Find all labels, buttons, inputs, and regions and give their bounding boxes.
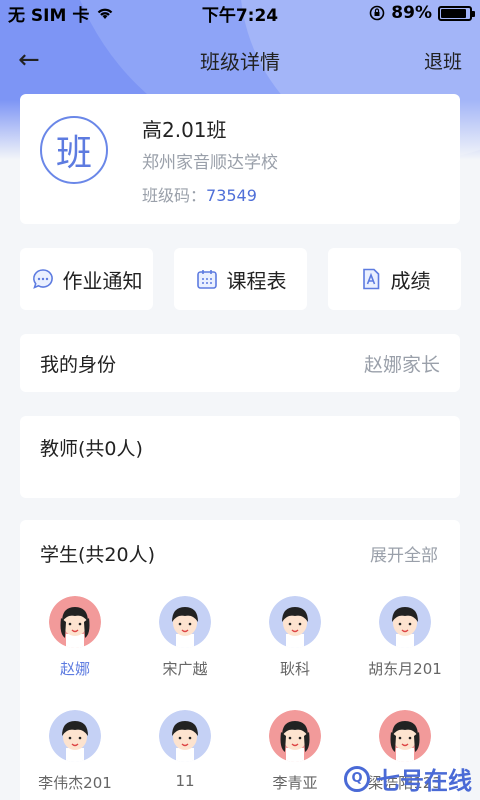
schedule-button[interactable]: 课程表: [174, 248, 307, 310]
student-name: 李青亚: [272, 774, 318, 792]
student-name: 赵娜: [59, 660, 90, 678]
student-name: 胡东月201: [368, 660, 442, 678]
boy-avatar-icon: [159, 710, 211, 762]
student-item[interactable]: 胡东月201: [350, 596, 460, 679]
student-name: 宋广越: [162, 660, 208, 678]
boy-avatar-icon: [269, 596, 321, 648]
student-item[interactable]: 耿科: [240, 596, 350, 679]
page-title: 班级详情: [200, 49, 280, 74]
boy-avatar-icon: [49, 710, 101, 762]
identity-row[interactable]: 我的身份 赵娜家长: [20, 334, 460, 392]
status-bar: 无 SIM 卡 下午7:24 89%: [0, 0, 480, 26]
student-name: 李伟杰201: [38, 774, 112, 792]
students-section: 学生(共20人) 展开全部 赵娜 宋广越 耿科 胡东月201 李伟杰201 11 李青亚 梁浩…: [20, 520, 460, 800]
school-name: 郑州家音顺达学校: [142, 153, 278, 173]
boy-avatar-icon: [379, 596, 431, 648]
student-name: 耿科: [279, 660, 310, 678]
homework-notice-label: 作业通知: [62, 268, 143, 293]
watermark-logo: Q 七号在线: [344, 761, 472, 796]
homework-notice-button[interactable]: 作业通知: [20, 248, 153, 310]
boy-avatar-icon: [159, 596, 211, 648]
girl-avatar-icon: [269, 710, 321, 762]
grades-label: 成绩: [390, 268, 431, 293]
grades-button[interactable]: 成绩: [328, 248, 461, 310]
student-name: 11: [175, 772, 195, 790]
class-info-card: 班 高2.01班 郑州家音顺达学校 班级码：73549: [20, 94, 460, 224]
teachers-section: 教师(共0人): [20, 416, 460, 498]
expand-all-button[interactable]: 展开全部: [370, 541, 438, 566]
battery-icon: [438, 5, 475, 21]
girl-avatar-icon: [49, 596, 101, 648]
students-title: 学生(共20人): [40, 544, 156, 566]
student-item[interactable]: 李伟杰201: [20, 710, 130, 793]
class-code-label: 班级码：: [142, 186, 207, 205]
class-code-value: 73549: [206, 186, 257, 205]
schedule-label: 课程表: [226, 268, 287, 293]
status-time: 下午7:24: [201, 5, 279, 26]
back-icon[interactable]: ←: [18, 45, 58, 75]
chat-bubble-icon: [32, 269, 53, 289]
class-avatar: 班: [40, 116, 108, 184]
girl-avatar-icon: [379, 710, 431, 762]
student-item[interactable]: 11: [130, 710, 240, 790]
calendar-icon: [196, 270, 217, 289]
nav-bar: ← 班级详情 退班: [0, 38, 480, 82]
class-code: 班级码：73549: [142, 182, 257, 206]
document-a-icon: [362, 268, 379, 290]
student-item[interactable]: 宋广越: [130, 596, 240, 679]
class-name: 高2.01班: [142, 118, 227, 142]
teachers-title: 教师(共0人): [40, 438, 143, 460]
student-item[interactable]: 赵娜: [20, 596, 130, 679]
leave-class-button[interactable]: 退班: [424, 47, 462, 74]
identity-value: 赵娜家长: [363, 353, 440, 376]
identity-label: 我的身份: [40, 353, 117, 376]
student-item[interactable]: 李青亚: [240, 710, 350, 793]
